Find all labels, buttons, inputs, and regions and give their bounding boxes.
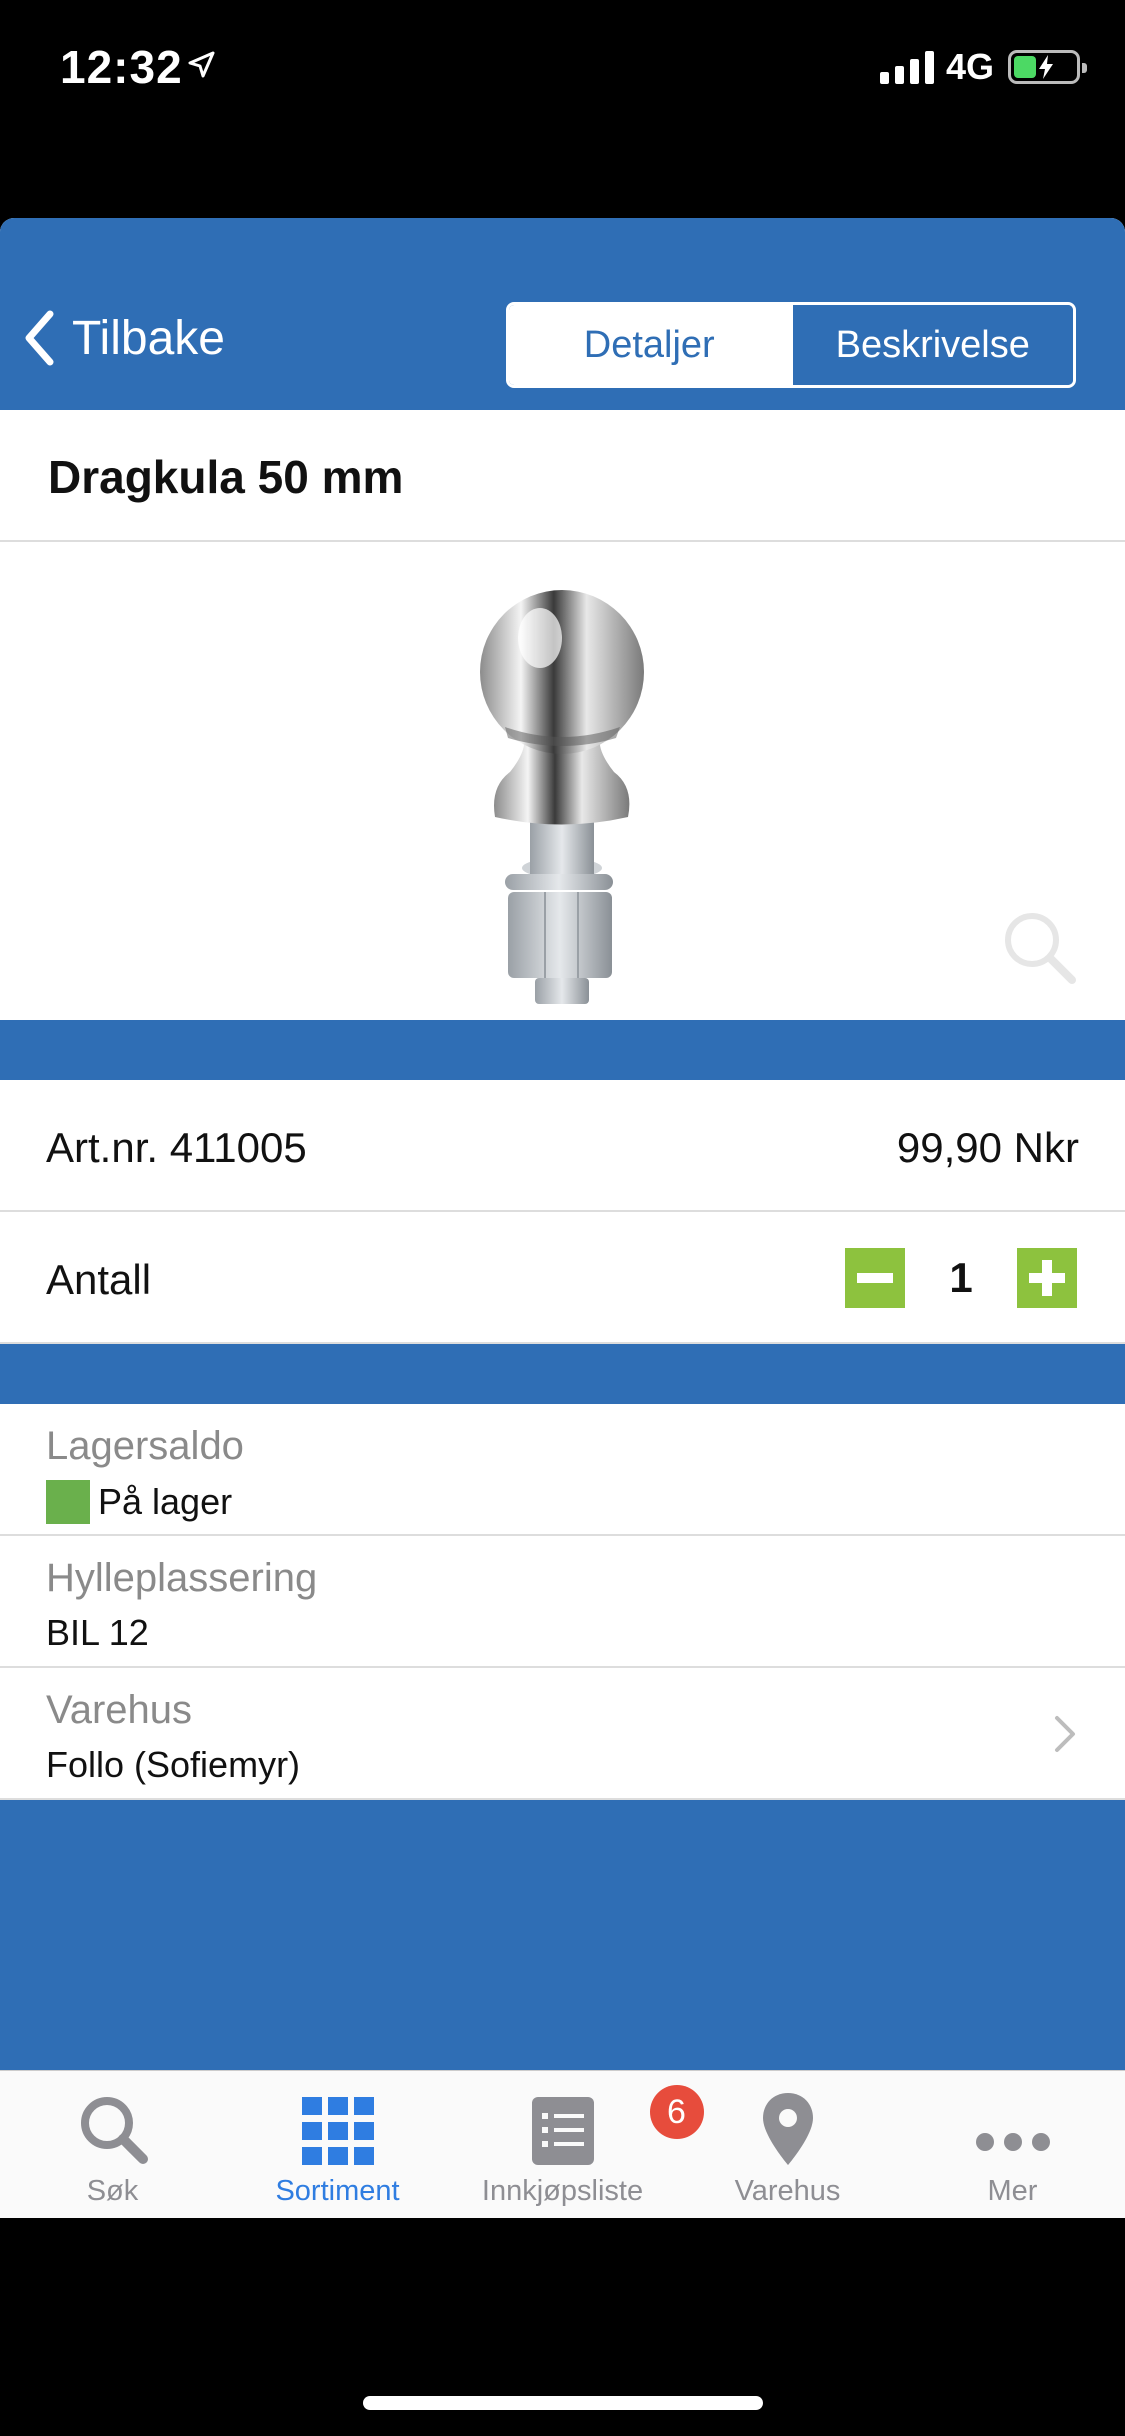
status-bar: 12:32 4G: [0, 0, 1125, 140]
location-arrow-icon: [188, 51, 215, 78]
tab-detaljer[interactable]: Detaljer: [509, 305, 790, 385]
status-time: 12:32: [60, 41, 183, 93]
search-icon: [80, 2097, 148, 2164]
tab-varehus[interactable]: Varehus: [675, 2071, 900, 2218]
quantity-value: 1: [949, 1254, 973, 1301]
grid-icon: [301, 2097, 374, 2165]
list-icon: [531, 2097, 594, 2165]
section-divider: [0, 1020, 1125, 1080]
navigation-bar: Tilbake Detaljer Beskrivelse: [0, 218, 1125, 410]
signal-icon: [880, 50, 934, 84]
tab-label: Varehus: [734, 2175, 841, 2207]
shelf-value: BIL 12: [46, 1612, 149, 1653]
product-image[interactable]: [0, 542, 1125, 1020]
decrease-button[interactable]: [845, 1248, 905, 1308]
chevron-left-icon: [25, 310, 54, 366]
tab-label: Innkjøpsliste: [481, 2175, 644, 2207]
location-pin-icon: [762, 2093, 813, 2165]
chevron-right-icon: [1055, 1716, 1075, 1752]
quantity-label: Antall: [46, 1256, 152, 1303]
back-button[interactable]: Tilbake: [24, 310, 225, 366]
shelf-row: Hylleplassering BIL 12: [0, 1536, 1125, 1668]
tab-innkjopsliste[interactable]: 6 Innkjøpsliste: [450, 2071, 704, 2218]
stock-status: På lager: [46, 1480, 232, 1524]
stock-indicator-icon: [46, 1480, 90, 1524]
quantity-row: Antall 1: [0, 1212, 1125, 1344]
tab-label: Sortiment: [275, 2175, 400, 2207]
section-divider: [0, 1344, 1125, 1404]
warehouse-value: Follo (Sofiemyr): [46, 1744, 301, 1785]
article-row: Art.nr. 411005 99,90 Nkr: [0, 1080, 1125, 1212]
product-title: Dragkula 50 mm: [48, 451, 404, 503]
price: 99,90 Nkr: [896, 1124, 1079, 1171]
empty-area: [0, 1800, 1125, 2070]
tab-label: Mer: [987, 2175, 1038, 2207]
stock-value: På lager: [98, 1481, 233, 1522]
segmented-control: Detaljer Beskrivelse: [506, 302, 1076, 388]
product-title-row: Dragkula 50 mm: [0, 410, 1125, 542]
battery-icon: [1008, 50, 1087, 84]
shelf-label: Hylleplassering: [46, 1556, 318, 1600]
warehouse-row[interactable]: Varehus Follo (Sofiemyr): [0, 1668, 1125, 1800]
minus-icon: [857, 1273, 893, 1283]
zoom-icon[interactable]: [1000, 908, 1080, 988]
article-number: Art.nr. 411005: [46, 1124, 307, 1171]
tab-sortiment[interactable]: Sortiment: [225, 2071, 450, 2218]
tow-ball-image: [480, 590, 644, 1004]
increase-button[interactable]: [1017, 1248, 1077, 1308]
more-icon: [975, 2133, 1050, 2151]
app-screen: Tilbake Detaljer Beskrivelse Dragkula 50…: [0, 218, 1125, 2218]
tab-mer[interactable]: Mer: [900, 2071, 1125, 2218]
stock-row: Lagersaldo På lager: [0, 1404, 1125, 1536]
stock-label: Lagersaldo: [46, 1424, 244, 1468]
tab-bar: Søk Sortiment 6 Innkjøpsliste Varehus Me…: [0, 2070, 1125, 2218]
back-label: Tilbake: [72, 311, 225, 365]
home-indicator[interactable]: [363, 2396, 763, 2410]
tab-beskrivelse[interactable]: Beskrivelse: [789, 305, 1073, 385]
tab-label: Søk: [86, 2175, 139, 2207]
network-type: 4G: [946, 46, 995, 87]
quantity-stepper: 1: [845, 1248, 1077, 1308]
warehouse-label: Varehus: [46, 1688, 193, 1732]
tab-sok[interactable]: Søk: [0, 2071, 225, 2218]
